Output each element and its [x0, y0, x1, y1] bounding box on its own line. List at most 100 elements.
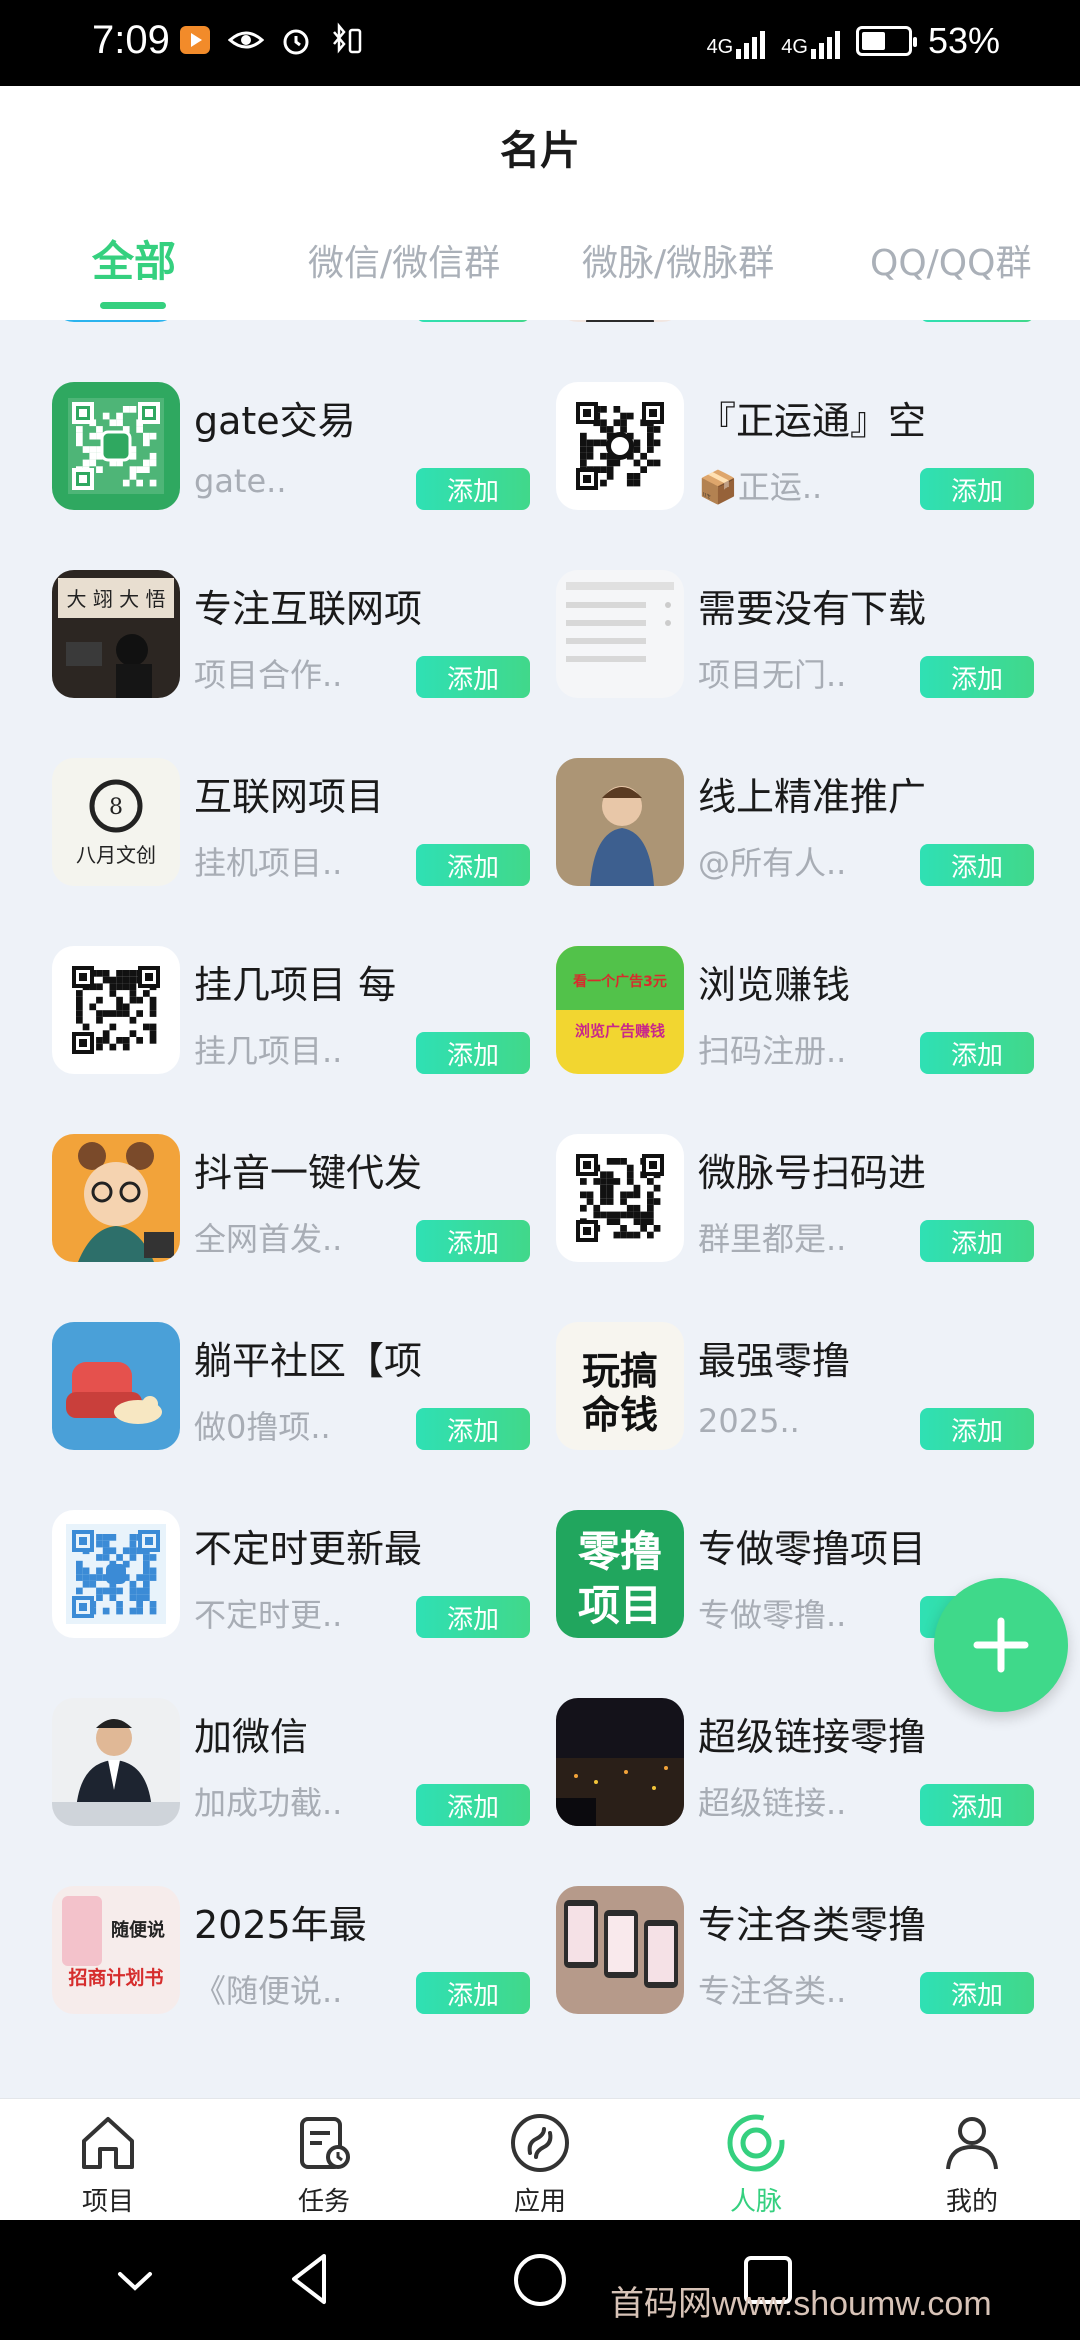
contact-card[interactable]: 8 八月文创 互联网项目 挂机项目.. 添加: [52, 758, 542, 888]
card-subtitle: 《随便说..: [194, 1972, 343, 2010]
tab-weimai[interactable]: 微脉/微脉群: [582, 234, 774, 286]
card-thumbnail[interactable]: [556, 758, 684, 886]
card-thumbnail[interactable]: [52, 1322, 180, 1450]
card-title: 2025年最: [194, 1903, 367, 1947]
add-button[interactable]: 添加: [920, 844, 1034, 886]
card-thumbnail[interactable]: 看一个广告3元 浏览广告赚钱: [556, 946, 684, 1074]
card-thumbnail[interactable]: [52, 946, 180, 1074]
add-button[interactable]: 添加: [920, 1784, 1034, 1826]
contact-card[interactable]: 大 翊 大 悟 专注互联网项项目合作.. 添加: [52, 570, 542, 700]
add-button[interactable]: 添加: [920, 656, 1034, 698]
contact-card[interactable]: gate交易 gate.. 添加: [52, 382, 542, 512]
nav-item-projects[interactable]: 项目: [0, 2099, 216, 2221]
contact-card[interactable]: 线上精准推广 @所有人.. 添加: [556, 758, 1046, 888]
add-button[interactable]: 添加: [416, 656, 530, 698]
card-thumbnail[interactable]: [556, 1886, 684, 2014]
contacts-icon: [727, 2114, 785, 2172]
card-subtitle: 项目无门..: [698, 656, 847, 694]
contact-card[interactable]: 各种 羊..添加: [556, 320, 1046, 324]
contact-card[interactable]: 玩搞 命钱 最强零撸 2025.. 添加: [556, 1322, 1046, 1452]
card-thumbnail[interactable]: 8 八月文创: [52, 758, 180, 886]
card-thumbnail[interactable]: [556, 1698, 684, 1826]
add-button[interactable]: 添加: [416, 1784, 530, 1826]
card-thumbnail[interactable]: [556, 1134, 684, 1262]
card-subtitle: 做0撸项..: [194, 1408, 331, 1446]
tab-qq[interactable]: QQ/QQ群: [870, 234, 1031, 286]
add-button[interactable]: 添加: [416, 320, 530, 322]
card-thumbnail[interactable]: 随便说 招商计划书: [52, 1886, 180, 2014]
nav-item-tasks[interactable]: 任务: [216, 2099, 432, 2221]
nav-item-me[interactable]: 我的: [864, 2099, 1080, 2221]
card-subtitle: 项目合作..: [194, 656, 343, 694]
task-icon: [300, 2117, 350, 2169]
card-title: 浏览赚钱: [698, 963, 851, 1007]
contact-card[interactable]: 看一个广告3元 浏览广告赚钱 浏览赚钱扫码注册.. 添加: [556, 946, 1046, 1076]
contact-card[interactable]: 挂几项目 每挂几项目.. 添加: [52, 946, 542, 1076]
card-subtitle: 加成功截..: [194, 1784, 343, 1822]
network-type-1: 4G: [706, 36, 734, 58]
add-button[interactable]: 添加: [920, 468, 1034, 510]
contact-card[interactable]: 专注各类零撸 专注各类.. 添加: [556, 1886, 1046, 2016]
bottom-nav: 项目 任务 应用 人脉 我的: [0, 2098, 1080, 2220]
nav-item-contacts[interactable]: 人脉: [648, 2099, 864, 2221]
card-title: 互联网项目: [194, 775, 385, 819]
battery-percent: 53%: [927, 20, 1000, 61]
add-button[interactable]: 添加: [920, 1972, 1034, 2014]
add-button[interactable]: 添加: [416, 468, 530, 510]
card-thumbnail[interactable]: 玩搞 命钱: [556, 1322, 684, 1450]
contact-card[interactable]: 超级链接零撸 超级链接.. 添加: [556, 1698, 1046, 1828]
card-thumbnail[interactable]: [52, 382, 180, 510]
card-thumbnail[interactable]: 零撸 项目: [556, 1510, 684, 1638]
card-thumbnail[interactable]: [52, 1510, 180, 1638]
card-thumbnail[interactable]: [52, 1698, 180, 1826]
card-thumbnail[interactable]: [556, 570, 684, 698]
add-button[interactable]: 添加: [416, 844, 530, 886]
card-title: 专注各类零撸: [698, 1903, 927, 1947]
alarm-icon: [283, 29, 309, 55]
contact-card[interactable]: 躺平社区【项 做0撸项.. 添加: [52, 1322, 542, 1452]
contact-card[interactable]: 💶💶💶..添加: [52, 320, 542, 324]
card-thumbnail[interactable]: 大 翊 大 悟: [52, 570, 180, 698]
card-list[interactable]: 💶💶💶..添加 各种 羊..添加 gate交易gate..添加『正运通』空📦正运..…: [0, 320, 1080, 2098]
nav-item-apps[interactable]: 应用: [432, 2099, 648, 2221]
contact-card[interactable]: 不定时更新最 不定时更.. 添加: [52, 1510, 542, 1640]
nav-label-projects: 项目: [81, 2187, 134, 2217]
add-button[interactable]: 添加: [920, 320, 1034, 322]
card-title: 加微信: [194, 1715, 309, 1759]
add-button[interactable]: 添加: [416, 1032, 530, 1074]
contact-card[interactable]: 抖音一键代发 全网首发.. 添加: [52, 1134, 542, 1264]
chevron-down-icon[interactable]: [112, 2258, 158, 2304]
card-thumbnail[interactable]: [556, 320, 684, 322]
card-title: 最强零撸: [698, 1339, 851, 1383]
contact-card[interactable]: 微脉号扫码进 群里都是.. 添加: [556, 1134, 1046, 1264]
svg-text:玩搞: 玩搞: [582, 1348, 658, 1393]
card-title: 线上精准推广: [698, 775, 927, 819]
add-button[interactable]: 添加: [416, 1596, 530, 1638]
tab-bar: 全部 微信/微信群 微脉/微脉群 QQ/QQ群: [0, 234, 1080, 304]
contact-card[interactable]: 『正运通』空 📦正运.. 添加: [556, 382, 1046, 512]
bluetooth-battery-icon: [333, 22, 362, 54]
status-icons: [178, 22, 364, 58]
home-circle-icon[interactable]: [512, 2252, 568, 2308]
add-button[interactable]: 添加: [416, 1220, 530, 1262]
card-thumbnail[interactable]: [52, 1134, 180, 1262]
add-button[interactable]: 添加: [920, 1032, 1034, 1074]
svg-text:项目: 项目: [578, 1581, 662, 1630]
add-button[interactable]: 添加: [416, 1408, 530, 1450]
add-button[interactable]: 添加: [416, 1972, 530, 2014]
plus-icon: [973, 1617, 1029, 1673]
battery-icon: [855, 26, 917, 56]
contact-card[interactable]: 加微信加成功截.. 添加: [52, 1698, 542, 1828]
add-button[interactable]: 添加: [920, 1220, 1034, 1262]
card-thumbnail[interactable]: [556, 382, 684, 510]
back-icon[interactable]: [284, 2250, 334, 2308]
contact-card[interactable]: 随便说 招商计划书 2025年最《随便说.. 添加: [52, 1886, 542, 2016]
tab-wechat[interactable]: 微信/微信群: [308, 234, 500, 286]
contact-card[interactable]: 需要没有下载 项目无门.. 添加: [556, 570, 1046, 700]
add-button[interactable]: 添加: [920, 1408, 1034, 1450]
card-title: 专注互联网项: [194, 587, 423, 631]
tab-all[interactable]: 全部: [92, 228, 176, 289]
card-subtitle: 扫码注册..: [698, 1032, 847, 1070]
card-thumbnail[interactable]: [52, 320, 180, 322]
add-card-fab[interactable]: [934, 1578, 1068, 1712]
